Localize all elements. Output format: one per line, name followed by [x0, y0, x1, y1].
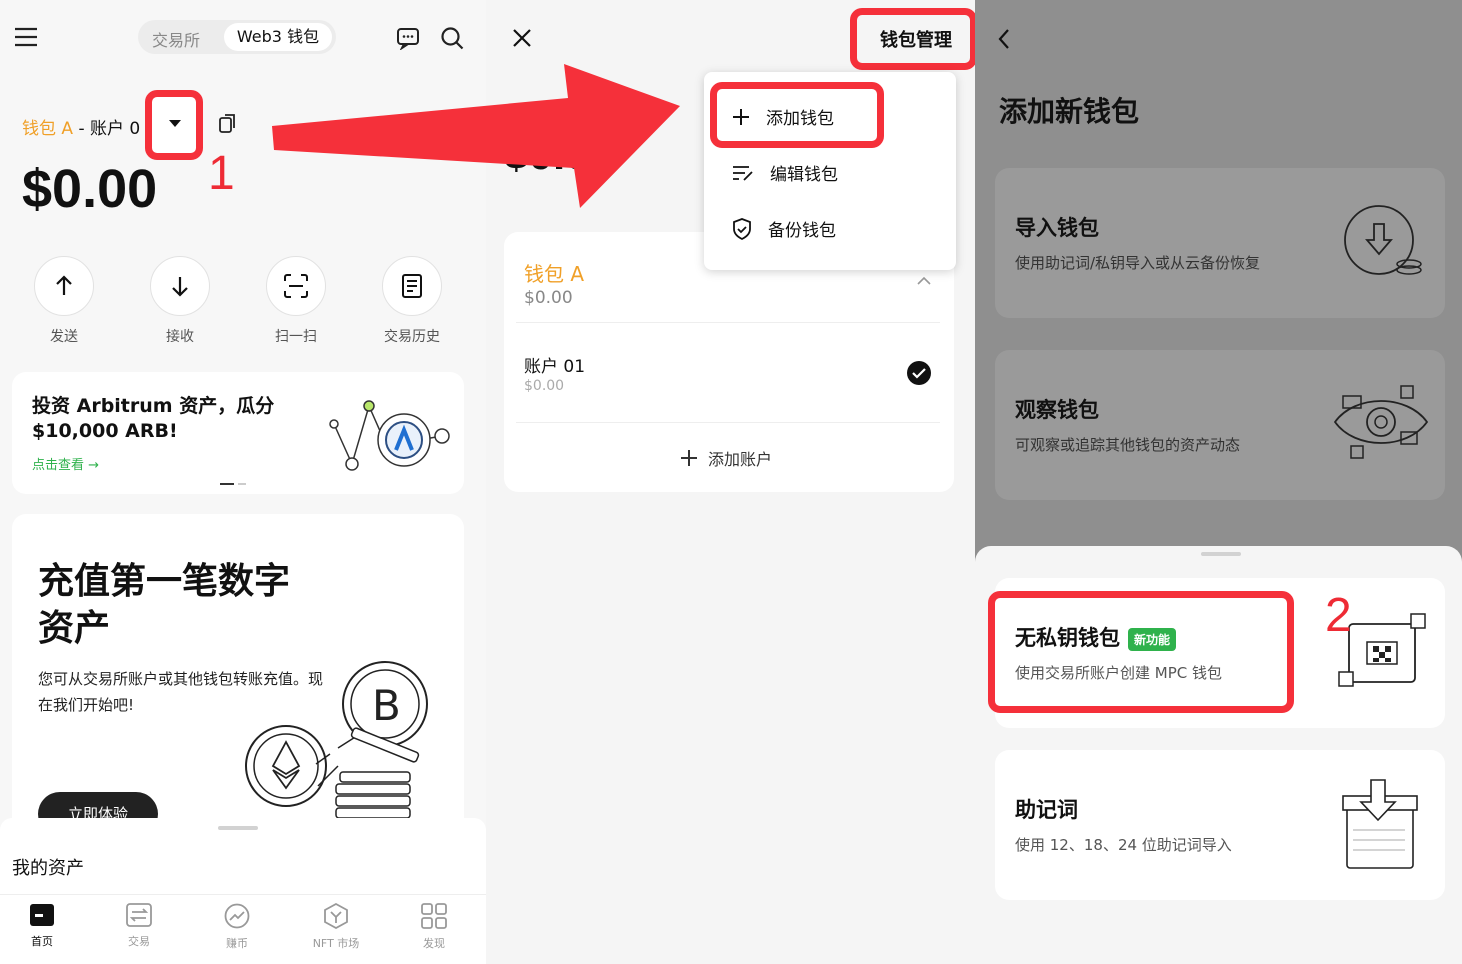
edit-list-icon: [733, 165, 753, 181]
add-account-label: 添加账户: [708, 450, 773, 469]
scan-label: 扫一扫: [275, 329, 317, 345]
highlight-add-wallet: [710, 82, 884, 148]
send-label: 发送: [50, 329, 78, 345]
receive-label: 接收: [166, 329, 194, 345]
watch-wallet-desc: 可观察或追踪其他钱包的资产动态: [1015, 436, 1241, 454]
arbitrum-illustration: [329, 400, 450, 471]
send-action[interactable]: 发送: [34, 256, 94, 346]
wallet-a-balance: $0.00: [524, 288, 573, 308]
carousel-indicator: [238, 483, 246, 485]
step-number-2: 2: [1325, 589, 1352, 642]
menu-edit-wallet-label: 编辑钱包: [770, 165, 838, 185]
back-arrow-icon[interactable]: [997, 28, 1011, 50]
watch-eye-icon: [1333, 385, 1429, 459]
earn-icon: [224, 903, 250, 929]
arrow-down-icon: [172, 277, 188, 297]
wallet-list-card: 钱包 A $0.00 账户 01 $0.00 添加账户: [504, 232, 954, 492]
wallet-name: 钱包 A: [22, 119, 74, 139]
menu-icon[interactable]: [14, 26, 38, 48]
nft-icon: [324, 903, 348, 929]
menu-backup-wallet[interactable]: 备份钱包: [732, 216, 836, 241]
add-account-button[interactable]: 添加账户: [680, 446, 772, 470]
history-icon: [402, 274, 422, 298]
menu-edit-wallet[interactable]: 编辑钱包: [732, 160, 838, 185]
crypto-coins-illustration: B: [245, 661, 428, 819]
import-wallet-option[interactable]: 导入钱包 使用助记词/私钥导入或从云备份恢复: [995, 168, 1445, 318]
import-download-icon: [1344, 205, 1422, 275]
total-balance: $0.00: [22, 159, 158, 219]
close-icon[interactable]: [512, 28, 532, 48]
tab-discover-label: 发现: [423, 937, 445, 950]
tab-earn[interactable]: 赚币: [197, 903, 277, 951]
my-assets-sheet[interactable]: 我的资产: [0, 818, 486, 894]
search-icon[interactable]: [440, 26, 464, 50]
chevron-up-icon[interactable]: [916, 276, 932, 286]
highlight-dropdown: [145, 90, 203, 160]
tab-home[interactable]: 首页: [2, 903, 82, 949]
watch-wallet-option[interactable]: 观察钱包 可观察或追踪其他钱包的资产动态: [995, 350, 1445, 500]
tab-web3-wallet[interactable]: Web3 钱包: [224, 23, 332, 51]
arrow-up-icon: [56, 275, 72, 295]
mode-switch: 交易所 Web3 钱包: [138, 20, 336, 54]
menu-backup-wallet-label: 备份钱包: [768, 221, 836, 241]
wallet-a-name[interactable]: 钱包 A: [524, 258, 584, 287]
scan-action[interactable]: 扫一扫: [266, 256, 326, 346]
receive-action[interactable]: 接收: [150, 256, 210, 346]
wallet-account-selector[interactable]: 钱包 A - 账户 0: [22, 114, 140, 139]
deposit-title: 充值第一笔数字资产: [38, 561, 291, 649]
import-wallet-desc: 使用助记词/私钥导入或从云备份恢复: [1015, 254, 1261, 272]
divider: [516, 422, 940, 423]
mnemonic-title: 助记词: [1015, 798, 1078, 822]
chat-icon[interactable]: [396, 26, 420, 50]
home-icon: [30, 904, 54, 926]
promo-title: 投资 Arbitrum 资产，瓜分 $10,000 ARB!: [32, 395, 275, 442]
mnemonic-document-icon: [1342, 779, 1418, 869]
step-number-1: 1: [208, 147, 235, 200]
account-name: 账户 01: [524, 357, 586, 377]
svg-text:B: B: [372, 681, 401, 730]
sheet-handle[interactable]: [1201, 552, 1241, 556]
history-action[interactable]: 交易历史: [382, 256, 442, 346]
page-title: 添加新钱包: [999, 95, 1140, 128]
promo-banner[interactable]: 投资 Arbitrum 资产，瓜分 $10,000 ARB! 点击查看 →: [12, 372, 464, 494]
my-assets-title: 我的资产: [12, 858, 84, 879]
divider: [516, 322, 940, 323]
mnemonic-desc: 使用 12、18、24 位助记词导入: [1015, 836, 1232, 854]
sheet-handle[interactable]: [218, 826, 258, 830]
trade-icon: [126, 903, 152, 927]
highlight-keyless-wallet: [988, 591, 1294, 713]
tab-trade-label: 交易: [128, 935, 150, 948]
shield-icon: [733, 217, 751, 240]
tab-nft-label: NFT 市场: [312, 937, 360, 950]
tab-home-label: 首页: [31, 935, 53, 948]
deposit-card: 充值第一笔数字资产 您可从交易所账户或其他钱包转账充值。现在我们开始吧! 立即体…: [12, 514, 464, 836]
add-new-wallet-screen: 添加新钱包 导入钱包 使用助记词/私钥导入或从云备份恢复 观察钱包 可观察或追踪…: [975, 0, 1462, 964]
plus-icon: [681, 450, 697, 466]
discover-icon: [421, 903, 447, 929]
history-label: 交易历史: [384, 329, 440, 345]
import-wallet-title: 导入钱包: [1015, 216, 1099, 240]
promo-link[interactable]: 点击查看 →: [32, 454, 99, 473]
watch-wallet-title: 观察钱包: [1015, 398, 1099, 422]
account-balance: $0.00: [524, 378, 565, 394]
account-name: - 账户 0: [73, 119, 141, 139]
account-row[interactable]: 账户 01 $0.00: [516, 332, 940, 420]
copy-icon[interactable]: [218, 112, 238, 134]
tab-exchange[interactable]: 交易所: [152, 27, 200, 51]
tab-earn-label: 赚币: [226, 937, 248, 950]
tab-trade[interactable]: 交易: [99, 903, 179, 949]
wallet-options-sheet: 无私钥钱包 新功能 使用交易所账户创建 MPC 钱包 2 助记词 使用 12、18…: [975, 546, 1462, 964]
tab-nft-market[interactable]: NFT 市场: [296, 903, 376, 951]
check-circle-icon: [906, 360, 932, 386]
scan-icon: [284, 274, 308, 298]
highlight-wallet-manage: [850, 8, 975, 70]
mnemonic-option[interactable]: 助记词 使用 12、18、24 位助记词导入: [995, 750, 1445, 900]
tab-discover[interactable]: 发现: [394, 903, 474, 951]
carousel-indicator: [220, 483, 234, 485]
bottom-tab-bar: 首页 交易 赚币 NFT 市场 发现: [0, 894, 486, 964]
big-red-arrow: [272, 64, 680, 208]
